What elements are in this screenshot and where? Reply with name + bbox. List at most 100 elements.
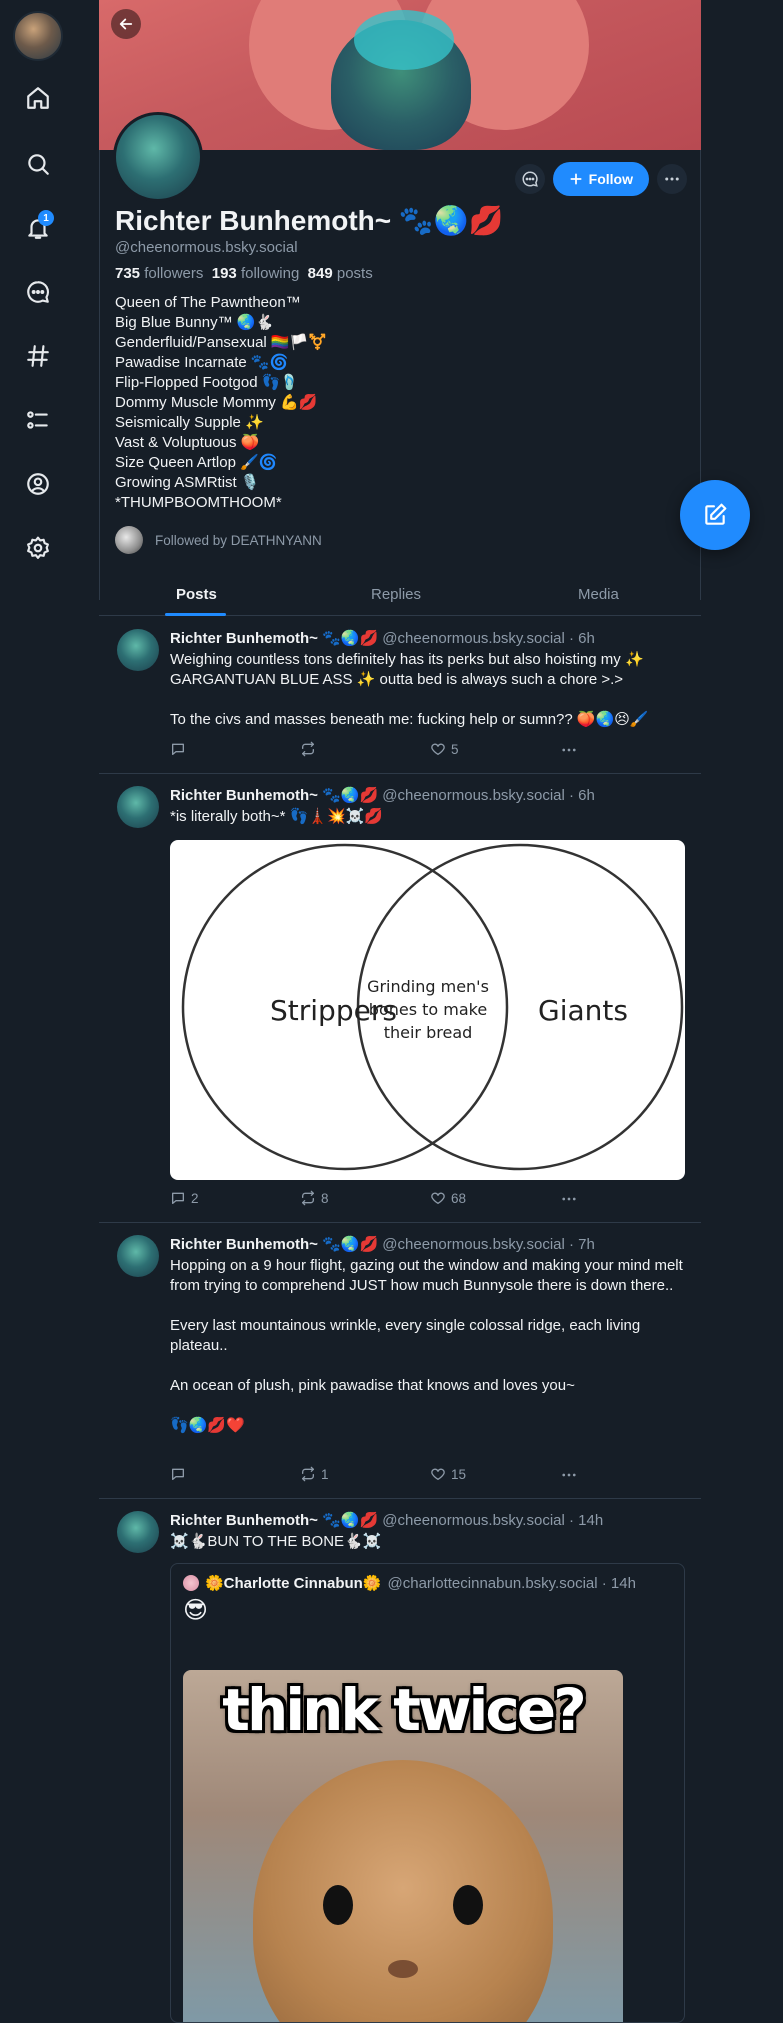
venn-diagram: Strippers Grinding men's bones to make t… [181, 843, 684, 1171]
notifications-bell-icon[interactable]: 1 [22, 210, 54, 244]
like-button[interactable]: 5 [430, 741, 459, 757]
post-text: Hopping on a 9 hour flight, gazing out t… [170, 1256, 685, 1436]
profile-avatar[interactable] [113, 112, 203, 202]
profile-icon[interactable] [22, 468, 54, 500]
bio-line: Queen of The Pawntheon™ [115, 294, 301, 311]
post-author-avatar[interactable] [117, 1511, 159, 1553]
following-count: 193 [211, 265, 237, 282]
reply-button[interactable] [170, 1466, 191, 1482]
follower-avatar [115, 526, 143, 554]
followers-link[interactable]: 735 followers [115, 265, 203, 282]
chat-icon[interactable] [22, 276, 54, 308]
repost-count: 8 [321, 1190, 329, 1206]
post-author-name[interactable]: Richter Bunhemoth~ 🐾🌏💋 [170, 630, 378, 647]
reply-icon [172, 1192, 184, 1204]
back-button[interactable] [111, 9, 141, 39]
repost-icon [302, 741, 314, 757]
tab-replies[interactable]: Replies [371, 586, 421, 603]
like-button[interactable]: 15 [430, 1466, 466, 1482]
post-author-handle-time[interactable]: @cheenormous.bsky.social · 6h [382, 630, 595, 647]
following-label: following [240, 265, 300, 282]
bunny-nose [388, 1960, 418, 1978]
reply-count: 2 [191, 1190, 199, 1206]
profile-handle: @cheenormous.bsky.social [115, 239, 298, 256]
post-more-button[interactable] [560, 1466, 578, 1484]
follow-button[interactable]: Follow [552, 162, 649, 196]
post-author-name[interactable]: Richter Bunhemoth~ 🐾🌏💋 [170, 1512, 378, 1529]
home-icon[interactable] [22, 82, 54, 114]
bunny-eye [453, 1885, 483, 1925]
post-author-handle-time[interactable]: @cheenormous.bsky.social · 6h [382, 787, 595, 804]
chat-bubble-icon [522, 171, 538, 187]
more-options-button[interactable] [657, 164, 687, 194]
feed-post[interactable]: Richter Bunhemoth~ 🐾🌏💋 @cheenormous.bsky… [99, 774, 701, 1223]
post-author-name[interactable]: Richter Bunhemoth~ 🐾🌏💋 [170, 787, 378, 804]
ellipsis-icon [562, 748, 576, 752]
plus-icon [570, 173, 582, 185]
hashtag-feeds-icon[interactable] [22, 340, 54, 372]
lists-icon[interactable] [22, 404, 54, 436]
reply-button[interactable] [170, 741, 191, 757]
post-author-avatar[interactable] [117, 1235, 159, 1277]
profile-stats: 735 followers 193 following 849 posts [115, 265, 373, 282]
like-count: 15 [451, 1466, 467, 1482]
arrow-left-icon [119, 18, 133, 30]
search-icon[interactable] [22, 148, 54, 180]
active-tab-indicator [165, 613, 226, 616]
venn-diagram-image[interactable]: Strippers Grinding men's bones to make t… [170, 840, 685, 1180]
like-button[interactable]: 68 [430, 1190, 466, 1206]
quoted-post-text: 😎 [183, 1597, 209, 1624]
feed-post[interactable]: Richter Bunhemoth~ 🐾🌏💋 @cheenormous.bsky… [99, 617, 701, 774]
bio-line: Seismically Supple ✨ [115, 414, 264, 431]
compose-post-button[interactable] [680, 480, 750, 550]
quoted-author-avatar [183, 1575, 199, 1591]
message-button[interactable] [514, 164, 545, 194]
reply-icon [172, 1468, 184, 1480]
followed-by-row[interactable]: Followed by DEATHNYANN [115, 526, 322, 554]
post-paragraph: Every last mountainous wrinkle, every si… [170, 1317, 641, 1354]
repost-button[interactable]: 1 [300, 1466, 329, 1482]
repost-button[interactable]: 8 [300, 1190, 329, 1206]
venn-middle-label-line: Grinding men's [367, 977, 489, 996]
post-actions: 5 [170, 741, 600, 761]
post-author-name[interactable]: Richter Bunhemoth~ 🐾🌏💋 [170, 1236, 378, 1253]
posts-count: 849 [307, 265, 333, 282]
quoted-post[interactable]: 🌼Charlotte Cinnabun🌼 @charlottecinnabun.… [170, 1563, 685, 2023]
left-sidebar: 1 [0, 0, 76, 600]
feed-post[interactable]: Richter Bunhemoth~ 🐾🌏💋 @cheenormous.bsky… [99, 1499, 701, 2023]
ellipsis-icon [665, 177, 679, 181]
heart-icon [431, 1468, 445, 1480]
post-paragraph: An ocean of plush, pink pawadise that kn… [170, 1377, 575, 1394]
followed-by-text: Followed by DEATHNYANN [155, 532, 322, 548]
bio-line: Genderfluid/Pansexual 🏳️‍🌈🏳️⚧️ [115, 334, 327, 351]
settings-gear-icon[interactable] [22, 532, 54, 564]
reply-button[interactable]: 2 [170, 1190, 199, 1206]
bio-line: Growing ASMRtist 🎙️ [115, 474, 260, 491]
notifications-count-badge: 1 [38, 210, 54, 226]
repost-icon [302, 1190, 314, 1206]
following-link[interactable]: 193 following [212, 265, 300, 282]
post-header: Richter Bunhemoth~ 🐾🌏💋 @cheenormous.bsky… [170, 629, 595, 647]
like-count: 68 [451, 1190, 467, 1206]
post-author-avatar[interactable] [117, 629, 159, 671]
tab-media[interactable]: Media [578, 586, 619, 603]
repost-icon [302, 1466, 314, 1482]
repost-button[interactable] [300, 741, 321, 757]
ellipsis-icon [562, 1197, 576, 1201]
post-more-button[interactable] [560, 741, 578, 759]
profile-bio: Queen of The Pawntheon™ Big Blue Bunny™ … [115, 293, 327, 513]
bio-line: Size Queen Artlop 🖌️🌀 [115, 454, 278, 471]
post-author-handle-time[interactable]: @cheenormous.bsky.social · 14h [382, 1512, 603, 1529]
post-more-button[interactable] [560, 1190, 578, 1208]
bio-line: Flip-Flopped Footgod 👣🩴 [115, 374, 300, 391]
post-author-handle-time[interactable]: @cheenormous.bsky.social · 7h [382, 1236, 595, 1253]
repost-count: 1 [321, 1466, 329, 1482]
quoted-post-image[interactable]: think twice? [183, 1670, 623, 2022]
current-user-avatar[interactable] [13, 11, 63, 61]
post-author-avatar[interactable] [117, 786, 159, 828]
reply-icon [172, 743, 184, 755]
feed-post[interactable]: Richter Bunhemoth~ 🐾🌏💋 @cheenormous.bsky… [99, 1223, 701, 1499]
tab-posts[interactable]: Posts [176, 586, 217, 603]
profile-display-name: Richter Bunhemoth~ 🐾🌏💋 [115, 205, 504, 236]
venn-middle-label-line: their bread [384, 1023, 473, 1042]
